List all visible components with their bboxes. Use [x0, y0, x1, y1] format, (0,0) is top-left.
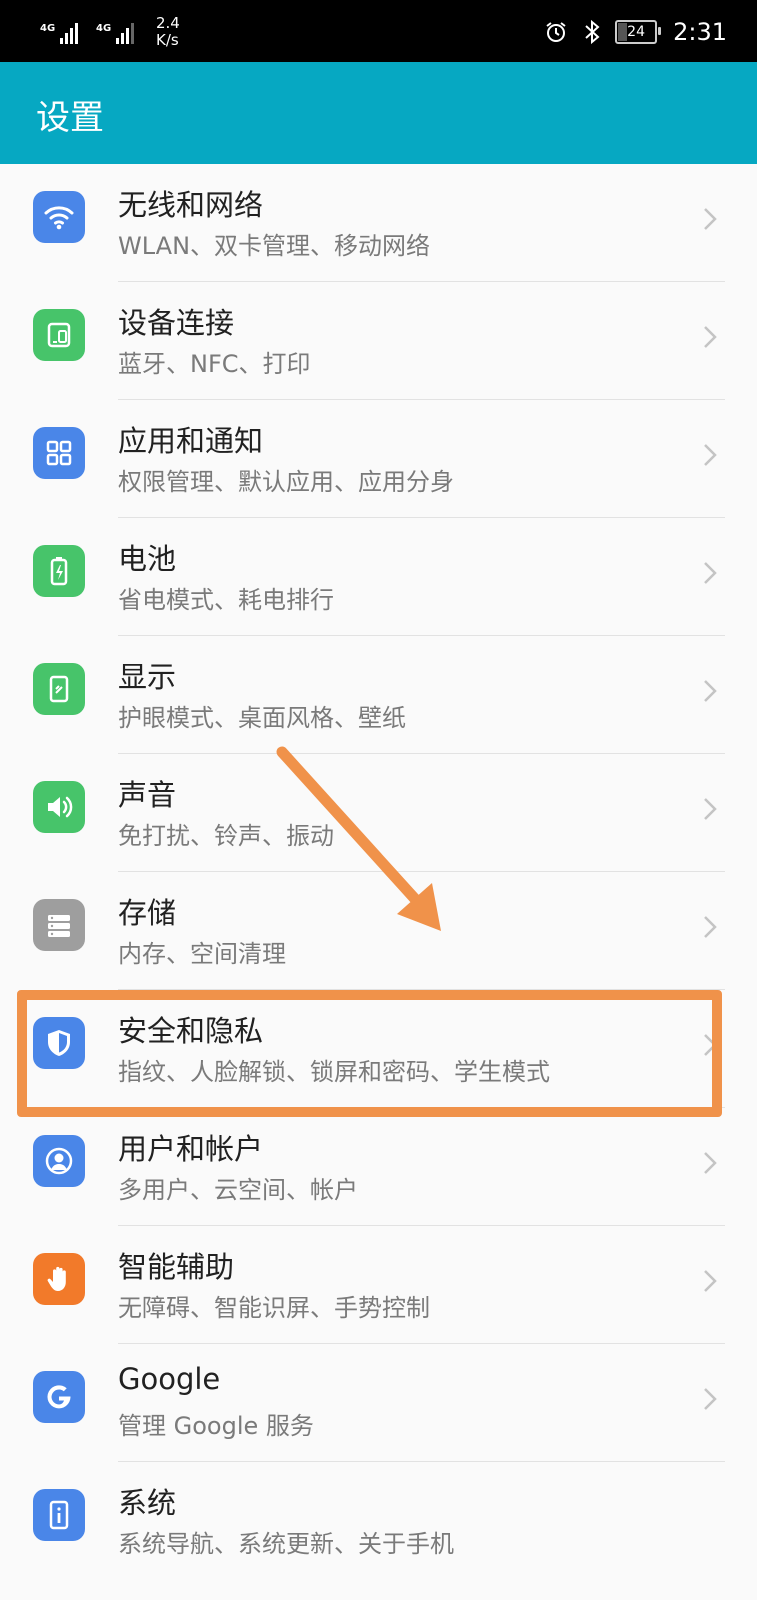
highlight-box [17, 990, 722, 1117]
item-title: 无线和网络 [118, 188, 264, 222]
google-icon [33, 1371, 85, 1423]
signal-bars-icon [60, 20, 80, 44]
user-icon [33, 1135, 85, 1187]
item-title: 声音 [118, 778, 177, 812]
item-subtitle: 免打扰、铃声、振动 [118, 822, 334, 850]
item-title: Google [118, 1362, 221, 1396]
settings-item-apps-notifications[interactable]: 应用和通知 权限管理、默认应用、应用分身 [0, 400, 757, 518]
chevron-right-icon [704, 680, 717, 702]
item-subtitle: 蓝牙、NFC、打印 [118, 350, 311, 378]
item-title: 用户和帐户 [118, 1132, 264, 1166]
device-connect-icon [33, 309, 85, 361]
speaker-icon [33, 781, 85, 833]
item-subtitle: 权限管理、默认应用、应用分身 [118, 468, 454, 496]
clock: 2:31 [673, 18, 727, 46]
storage-icon [33, 899, 85, 951]
status-right: 24 2:31 [543, 14, 727, 50]
settings-item-display[interactable]: 显示 护眼模式、桌面风格、壁纸 [0, 636, 757, 754]
item-subtitle: 内存、空间清理 [118, 940, 286, 968]
speed-value: 2.4 [156, 14, 180, 32]
settings-item-storage[interactable]: 存储 内存、空间清理 [0, 872, 757, 990]
battery-indicator: 24 [615, 20, 662, 44]
chevron-right-icon [704, 444, 717, 466]
item-subtitle: 多用户、云空间、帐户 [118, 1176, 358, 1204]
network-type-2: 4G [96, 23, 112, 34]
settings-list: 无线和网络 WLAN、双卡管理、移动网络 设备连接 蓝牙、NFC、打印 应用和通… [0, 164, 757, 1580]
chevron-right-icon [704, 798, 717, 820]
chevron-right-icon [704, 1152, 717, 1174]
item-subtitle: 护眼模式、桌面风格、壁纸 [118, 704, 406, 732]
chevron-right-icon [704, 562, 717, 584]
system-info-icon [33, 1489, 85, 1541]
screen: 4G 4G 2.4 K/s 24 2:31 设置 无线和网络 WLAN、双卡管理… [0, 0, 757, 1600]
item-title: 智能辅助 [118, 1250, 235, 1284]
chevron-right-icon [704, 916, 717, 938]
speed-unit: K/s [156, 31, 179, 49]
chevron-right-icon [704, 1388, 717, 1410]
item-title: 设备连接 [118, 306, 235, 340]
item-title: 显示 [118, 660, 177, 694]
item-title: 应用和通知 [118, 424, 264, 458]
battery-icon [33, 545, 85, 597]
item-title: 存储 [118, 896, 177, 930]
item-subtitle: 无障碍、智能识屏、手势控制 [118, 1294, 430, 1322]
apps-grid-icon [33, 427, 85, 479]
bluetooth-icon [579, 19, 605, 45]
app-bar: 设置 [0, 62, 757, 164]
alarm-icon [543, 19, 569, 45]
chevron-right-icon [704, 326, 717, 348]
status-bar: 4G 4G 2.4 K/s 24 2:31 [0, 0, 757, 62]
wifi-icon [33, 191, 85, 243]
signal-bars-icon [116, 20, 136, 44]
settings-item-sound[interactable]: 声音 免打扰、铃声、振动 [0, 754, 757, 872]
display-icon [33, 663, 85, 715]
chevron-right-icon [704, 208, 717, 230]
battery-level: 24 [627, 24, 645, 40]
status-left: 4G 4G 2.4 K/s [40, 12, 180, 52]
settings-item-users-accounts[interactable]: 用户和帐户 多用户、云空间、帐户 [0, 1108, 757, 1226]
settings-item-wireless-network[interactable]: 无线和网络 WLAN、双卡管理、移动网络 [0, 164, 757, 282]
item-subtitle: 管理 Google 服务 [118, 1412, 314, 1440]
signal-1: 4G [40, 20, 80, 44]
item-subtitle: WLAN、双卡管理、移动网络 [118, 232, 431, 260]
settings-item-device-connection[interactable]: 设备连接 蓝牙、NFC、打印 [0, 282, 757, 400]
network-speed: 2.4 K/s [156, 15, 180, 49]
settings-item-google[interactable]: Google 管理 Google 服务 [0, 1344, 757, 1462]
item-title: 系统 [118, 1486, 177, 1520]
settings-item-system[interactable]: 系统 系统导航、系统更新、关于手机 [0, 1462, 757, 1580]
page-title: 设置 [36, 98, 104, 138]
item-subtitle: 省电模式、耗电排行 [118, 586, 334, 614]
settings-item-battery[interactable]: 电池 省电模式、耗电排行 [0, 518, 757, 636]
item-title: 电池 [118, 542, 177, 576]
signal-2: 4G [96, 20, 136, 44]
chevron-right-icon [704, 1270, 717, 1292]
network-type-1: 4G [40, 23, 56, 34]
item-subtitle: 系统导航、系统更新、关于手机 [118, 1530, 454, 1558]
hand-icon [33, 1253, 85, 1305]
settings-item-smart-assistance[interactable]: 智能辅助 无障碍、智能识屏、手势控制 [0, 1226, 757, 1344]
